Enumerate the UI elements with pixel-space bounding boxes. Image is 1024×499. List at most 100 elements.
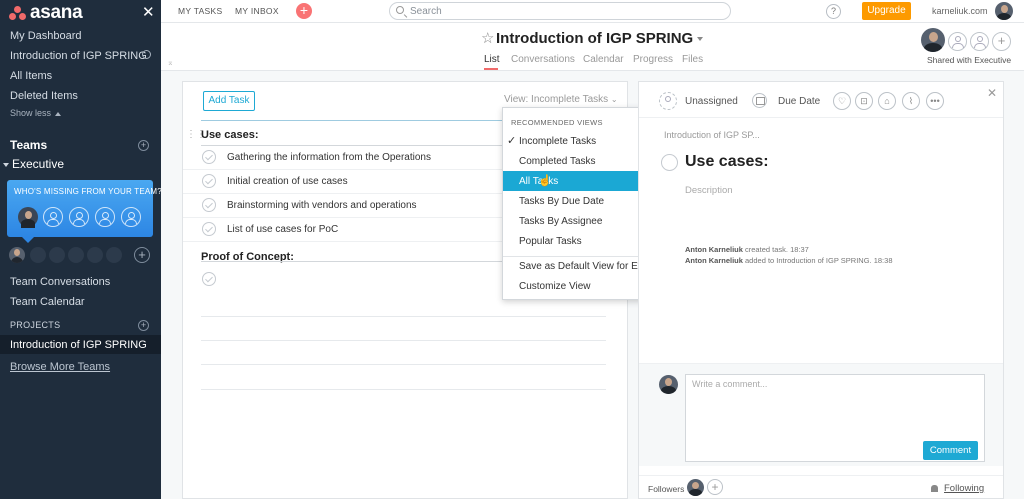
- member-avatar[interactable]: [9, 247, 25, 263]
- member-placeholder[interactable]: [68, 247, 84, 263]
- logo-text: asana: [30, 2, 83, 23]
- user-name[interactable]: karneliuk.com: [932, 6, 988, 16]
- member-avatar: [18, 207, 38, 228]
- my-tasks-link[interactable]: MY TASKS: [178, 6, 222, 16]
- add-member-icon[interactable]: +: [134, 247, 150, 263]
- active-tab-indicator: [484, 68, 498, 70]
- more-icon[interactable]: •••: [926, 92, 944, 110]
- sidebar-item-team-calendar[interactable]: Team Calendar: [10, 296, 85, 308]
- tab-progress[interactable]: Progress: [633, 54, 673, 65]
- comment-box[interactable]: Comment: [685, 374, 985, 462]
- chevron-down-icon[interactable]: [697, 37, 703, 41]
- calendar-icon[interactable]: [752, 93, 767, 108]
- invite-avatar-icon[interactable]: [43, 207, 63, 227]
- view-selector-label: View: Incomplete Tasks: [504, 94, 609, 105]
- sidebar-item-recent-project[interactable]: Introduction of IGP SPRING: [10, 50, 147, 62]
- asana-logo[interactable]: asana: [9, 2, 83, 23]
- heart-icon[interactable]: ♡: [833, 92, 851, 110]
- upgrade-button[interactable]: Upgrade: [862, 2, 911, 20]
- member-placeholder[interactable]: [30, 247, 46, 263]
- task-name[interactable]: Gathering the information from the Opera…: [227, 152, 431, 163]
- task-title[interactable]: Use cases:: [685, 153, 769, 171]
- browse-more-teams-link[interactable]: Browse More Teams: [10, 361, 110, 373]
- show-less-toggle[interactable]: Show less: [10, 108, 62, 118]
- empty-row-line: [201, 316, 606, 317]
- sidebar-item-all-items[interactable]: All Items: [10, 70, 52, 82]
- quick-add-button[interactable]: +: [296, 3, 312, 19]
- empty-row-line: [201, 389, 606, 390]
- sidebar-item-my-dashboard[interactable]: My Dashboard: [10, 30, 82, 42]
- sidebar-item-deleted-items[interactable]: Deleted Items: [10, 90, 78, 102]
- story-author: Anton Karneliuk: [685, 245, 743, 254]
- menu-item-label: Completed Tasks: [519, 156, 596, 167]
- add-member-avatar-icon[interactable]: [948, 32, 967, 51]
- project-title[interactable]: Introduction of IGP SPRING: [496, 30, 693, 47]
- team-name: Executive: [12, 157, 65, 171]
- close-sidebar-icon[interactable]: ✕: [142, 3, 155, 21]
- complete-check-icon[interactable]: [661, 154, 678, 171]
- invite-avatar-icon[interactable]: [121, 207, 141, 227]
- search-input[interactable]: [410, 4, 720, 18]
- star-icon[interactable]: ☆: [481, 29, 494, 47]
- menu-item-label: Customize View: [519, 281, 591, 292]
- attachment-icon[interactable]: ⌇: [902, 92, 920, 110]
- followers-bar: Followers + Following: [639, 475, 1003, 499]
- empty-row-line: [201, 340, 606, 341]
- story-time: 18:38: [873, 256, 893, 265]
- complete-check-icon[interactable]: [202, 272, 216, 286]
- follower-avatar[interactable]: [687, 479, 704, 496]
- complete-check-icon[interactable]: [202, 150, 216, 164]
- user-avatar[interactable]: [995, 2, 1013, 20]
- assignee-avatar-icon[interactable]: [659, 92, 677, 110]
- empty-row-line: [201, 364, 606, 365]
- active-project-label: Introduction of IGP SPRING: [10, 339, 147, 351]
- invite-avatar-icon[interactable]: [69, 207, 89, 227]
- mouse-pointer-icon: ☝: [538, 175, 552, 187]
- shared-with-label[interactable]: Shared with Executive: [927, 55, 1011, 65]
- search-bar[interactable]: [389, 2, 731, 20]
- menu-item-label: Tasks By Assignee: [519, 216, 603, 227]
- task-name[interactable]: List of use cases for PoC: [227, 224, 338, 235]
- projects-heading: PROJECTS: [10, 320, 61, 330]
- add-task-button[interactable]: Add Task: [203, 91, 255, 111]
- missing-members-card[interactable]: WHO'S MISSING FROM YOUR TEAM?: [7, 180, 162, 237]
- member-placeholder[interactable]: [106, 247, 122, 263]
- tag-icon[interactable]: ⌂: [878, 92, 896, 110]
- project-member-avatar[interactable]: [921, 28, 945, 52]
- due-date-label[interactable]: Due Date: [778, 96, 820, 107]
- team-executive[interactable]: Executive: [3, 157, 64, 171]
- menu-header: RECOMMENDED VIEWS: [511, 118, 603, 127]
- view-selector[interactable]: View: Incomplete Tasks ⌄: [504, 94, 618, 105]
- pin-icon[interactable]: ⌅: [167, 58, 174, 67]
- member-placeholder[interactable]: [49, 247, 65, 263]
- add-project-icon[interactable]: +: [138, 320, 149, 331]
- tab-calendar[interactable]: Calendar: [583, 54, 624, 65]
- add-member-avatar-icon[interactable]: [970, 32, 989, 51]
- subtask-icon[interactable]: ⊡: [855, 92, 873, 110]
- show-less-label: Show less: [10, 108, 52, 118]
- tab-files[interactable]: Files: [682, 54, 703, 65]
- complete-check-icon[interactable]: [202, 222, 216, 236]
- sidebar-item-active-project[interactable]: Introduction of IGP SPRING: [0, 335, 161, 354]
- breadcrumb[interactable]: Introduction of IGP SP...: [664, 130, 760, 140]
- add-follower-icon[interactable]: +: [707, 479, 723, 495]
- add-team-icon[interactable]: +: [138, 140, 149, 151]
- close-icon[interactable]: ✕: [987, 86, 997, 100]
- tab-conversations[interactable]: Conversations: [511, 54, 575, 65]
- following-toggle[interactable]: Following: [944, 483, 984, 494]
- complete-check-icon[interactable]: [202, 174, 216, 188]
- comment-input[interactable]: [692, 379, 972, 419]
- comment-button[interactable]: Comment: [923, 441, 978, 460]
- invite-avatar-icon[interactable]: [95, 207, 115, 227]
- description-field[interactable]: Description: [685, 185, 733, 196]
- assignee-label[interactable]: Unassigned: [685, 96, 738, 107]
- sidebar-item-team-conversations[interactable]: Team Conversations: [10, 276, 110, 288]
- my-inbox-link[interactable]: MY INBOX: [235, 6, 279, 16]
- complete-check-icon[interactable]: [202, 198, 216, 212]
- member-placeholder[interactable]: [87, 247, 103, 263]
- help-button[interactable]: ?: [826, 4, 841, 19]
- tab-list[interactable]: List: [484, 54, 500, 65]
- add-member-icon[interactable]: +: [992, 32, 1011, 51]
- task-name[interactable]: Brainstorming with vendors and operation…: [227, 200, 417, 211]
- task-name[interactable]: Initial creation of use cases: [227, 176, 348, 187]
